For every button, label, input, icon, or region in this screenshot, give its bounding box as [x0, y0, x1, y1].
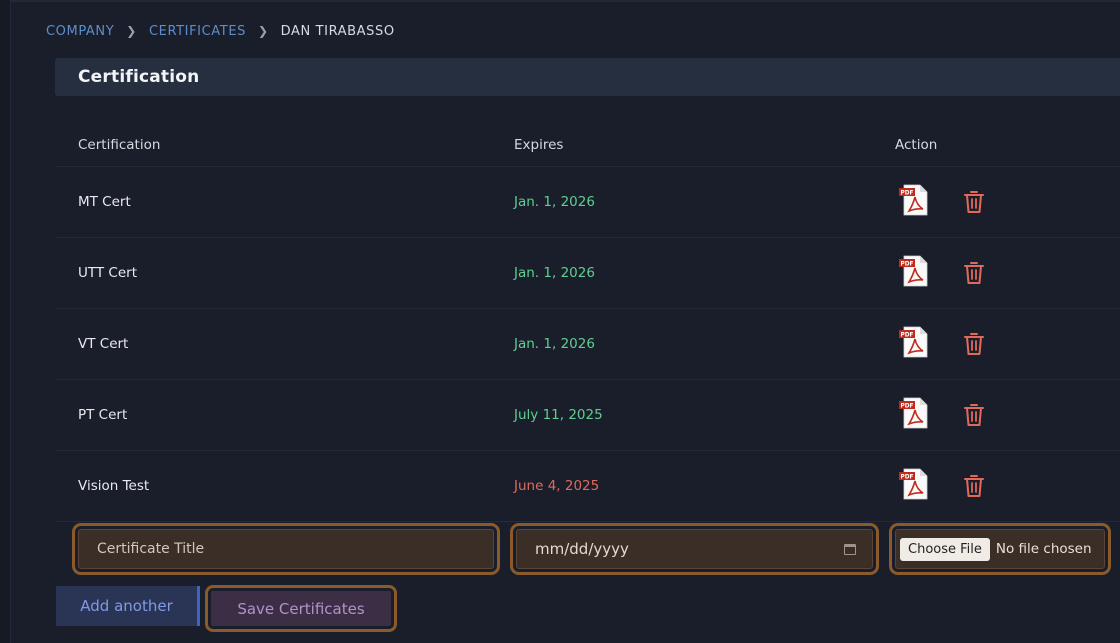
file-upload-input[interactable]: Choose File No file chosen — [895, 529, 1105, 569]
pdf-icon[interactable]: PDF — [897, 395, 933, 431]
breadcrumb-current: DAN TIRABASSO — [280, 23, 395, 39]
breadcrumb-company[interactable]: COMPANY — [46, 24, 114, 39]
save-certificates-button[interactable]: Save Certificates — [211, 591, 391, 626]
table-row: PT Cert July 11, 2025 PDF — [56, 380, 1120, 451]
trash-icon[interactable] — [962, 189, 986, 215]
no-file-text: No file chosen — [995, 541, 1092, 557]
choose-file-button[interactable]: Choose File — [900, 537, 990, 561]
pdf-icon[interactable]: PDF — [897, 324, 933, 360]
expiry-date-wrapper: mm/dd/yyyy — [510, 523, 879, 575]
row-actions: PDF — [897, 468, 986, 502]
column-header-certification: Certification — [78, 137, 161, 153]
certificate-name: PT Cert — [78, 407, 128, 423]
expiry-date: June 4, 2025 — [514, 478, 600, 494]
certificate-title-input[interactable]: Certificate Title — [78, 529, 494, 569]
trash-icon[interactable] — [962, 402, 986, 428]
svg-text:PDF: PDF — [900, 261, 913, 267]
table-body: MT Cert Jan. 1, 2026 PDF UTT Cert Jan. 1, 20… — [56, 167, 1120, 522]
svg-text:PDF: PDF — [900, 332, 913, 338]
certificate-name: Vision Test — [78, 478, 150, 494]
row-actions: PDF — [897, 255, 986, 289]
expiry-date: Jan. 1, 2026 — [514, 194, 595, 210]
breadcrumb-certificates[interactable]: CERTIFICATES — [149, 24, 246, 39]
expiry-date: Jan. 1, 2026 — [514, 265, 595, 281]
trash-icon[interactable] — [962, 331, 986, 357]
svg-text:PDF: PDF — [900, 190, 913, 196]
save-certificates-wrapper: Save Certificates — [205, 585, 397, 632]
panel-header: Certification — [55, 58, 1120, 96]
certificate-name: VT Cert — [78, 336, 129, 352]
svg-text:PDF: PDF — [900, 474, 913, 480]
date-placeholder: mm/dd/yyyy — [535, 540, 629, 558]
expiry-date: Jan. 1, 2026 — [514, 336, 595, 352]
trash-icon[interactable] — [962, 260, 986, 286]
add-another-button[interactable]: Add another — [56, 586, 200, 626]
expiry-date-input[interactable]: mm/dd/yyyy — [516, 529, 873, 569]
table-row: VT Cert Jan. 1, 2026 PDF — [56, 309, 1120, 380]
column-header-expires: Expires — [514, 137, 564, 153]
breadcrumb: COMPANY ❯ CERTIFICATES ❯ DAN TIRABASSO — [46, 22, 395, 40]
column-header-action: Action — [895, 137, 938, 153]
svg-text:PDF: PDF — [900, 403, 913, 409]
certificate-name: MT Cert — [78, 194, 131, 210]
calendar-icon[interactable] — [844, 543, 856, 555]
row-actions: PDF — [897, 397, 986, 431]
table-row: UTT Cert Jan. 1, 2026 PDF — [56, 238, 1120, 309]
pdf-icon[interactable]: PDF — [897, 466, 933, 502]
app-side-edge — [0, 0, 11, 643]
new-certificate-form: Certificate Title mm/dd/yyyy Choose File… — [56, 519, 1120, 583]
file-upload-wrapper: Choose File No file chosen — [889, 523, 1111, 575]
table-row: MT Cert Jan. 1, 2026 PDF — [56, 167, 1120, 238]
trash-icon[interactable] — [962, 473, 986, 499]
top-divider — [10, 0, 1120, 2]
pdf-icon[interactable]: PDF — [897, 253, 933, 289]
pdf-icon[interactable]: PDF — [897, 182, 933, 218]
row-actions: PDF — [897, 326, 986, 360]
certificate-name: UTT Cert — [78, 265, 138, 281]
chevron-right-icon: ❯ — [126, 24, 137, 38]
row-actions: PDF — [897, 184, 986, 218]
page-title: Certification — [78, 67, 200, 87]
certificate-title-wrapper: Certificate Title — [72, 523, 500, 575]
table-header: Certification Expires Action — [56, 124, 1120, 167]
expiry-date: July 11, 2025 — [514, 407, 603, 423]
certificates-table: Certification Expires Action MT Cert Jan.… — [56, 124, 1120, 522]
chevron-right-icon: ❯ — [258, 24, 269, 38]
table-row: Vision Test June 4, 2025 PDF — [56, 451, 1120, 522]
